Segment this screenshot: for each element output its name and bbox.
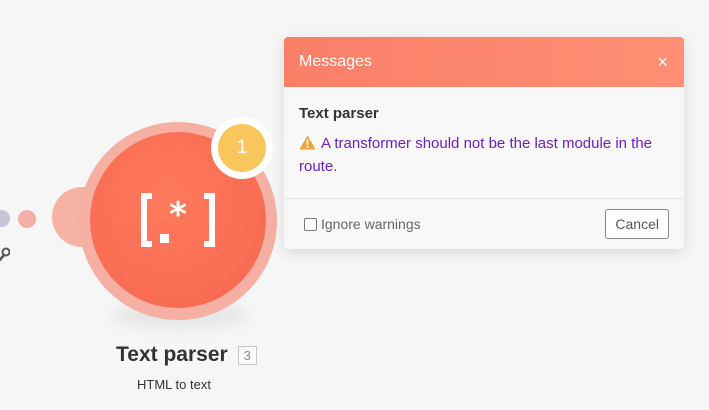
wrench-icon[interactable] <box>0 246 10 264</box>
message-count: 1 <box>218 124 266 172</box>
module-title: Text parser 3 <box>116 343 257 367</box>
popover-footer: Ignore warnings Cancel <box>284 199 684 249</box>
module-number: 3 <box>237 345 257 365</box>
cancel-button[interactable]: Cancel <box>605 209 669 239</box>
module-subtitle: HTML to text <box>137 377 211 392</box>
message-module-title: Text parser <box>299 105 379 122</box>
popover-body: Text parser A transformer should not be … <box>284 87 684 199</box>
module-name[interactable]: Text parser <box>116 343 228 367</box>
svg-text:*: * <box>169 195 187 235</box>
regex-bracket-icon: * <box>141 193 215 247</box>
close-icon[interactable]: × <box>657 53 668 71</box>
route-connector-dot <box>18 210 36 228</box>
scenario-canvas[interactable]: * 1 Text parser 3 HTML to text Messages … <box>0 0 709 410</box>
popover-header: Messages × <box>284 37 684 87</box>
route-connector-dot <box>0 210 10 227</box>
ignore-warnings-label: Ignore warnings <box>321 216 421 232</box>
popover-arrow <box>272 136 284 160</box>
ignore-warnings-toggle[interactable]: Ignore warnings <box>304 216 421 232</box>
warning-message: A transformer should not be the last mod… <box>299 132 669 178</box>
popover-title: Messages <box>299 53 372 70</box>
ignore-warnings-checkbox[interactable] <box>304 217 317 231</box>
message-badge[interactable]: 1 <box>211 117 273 179</box>
warning-message-text: A transformer should not be the last mod… <box>299 135 653 175</box>
messages-popover: Messages × Text parser A transformer sho… <box>284 37 684 249</box>
warning-triangle-icon <box>299 135 316 150</box>
